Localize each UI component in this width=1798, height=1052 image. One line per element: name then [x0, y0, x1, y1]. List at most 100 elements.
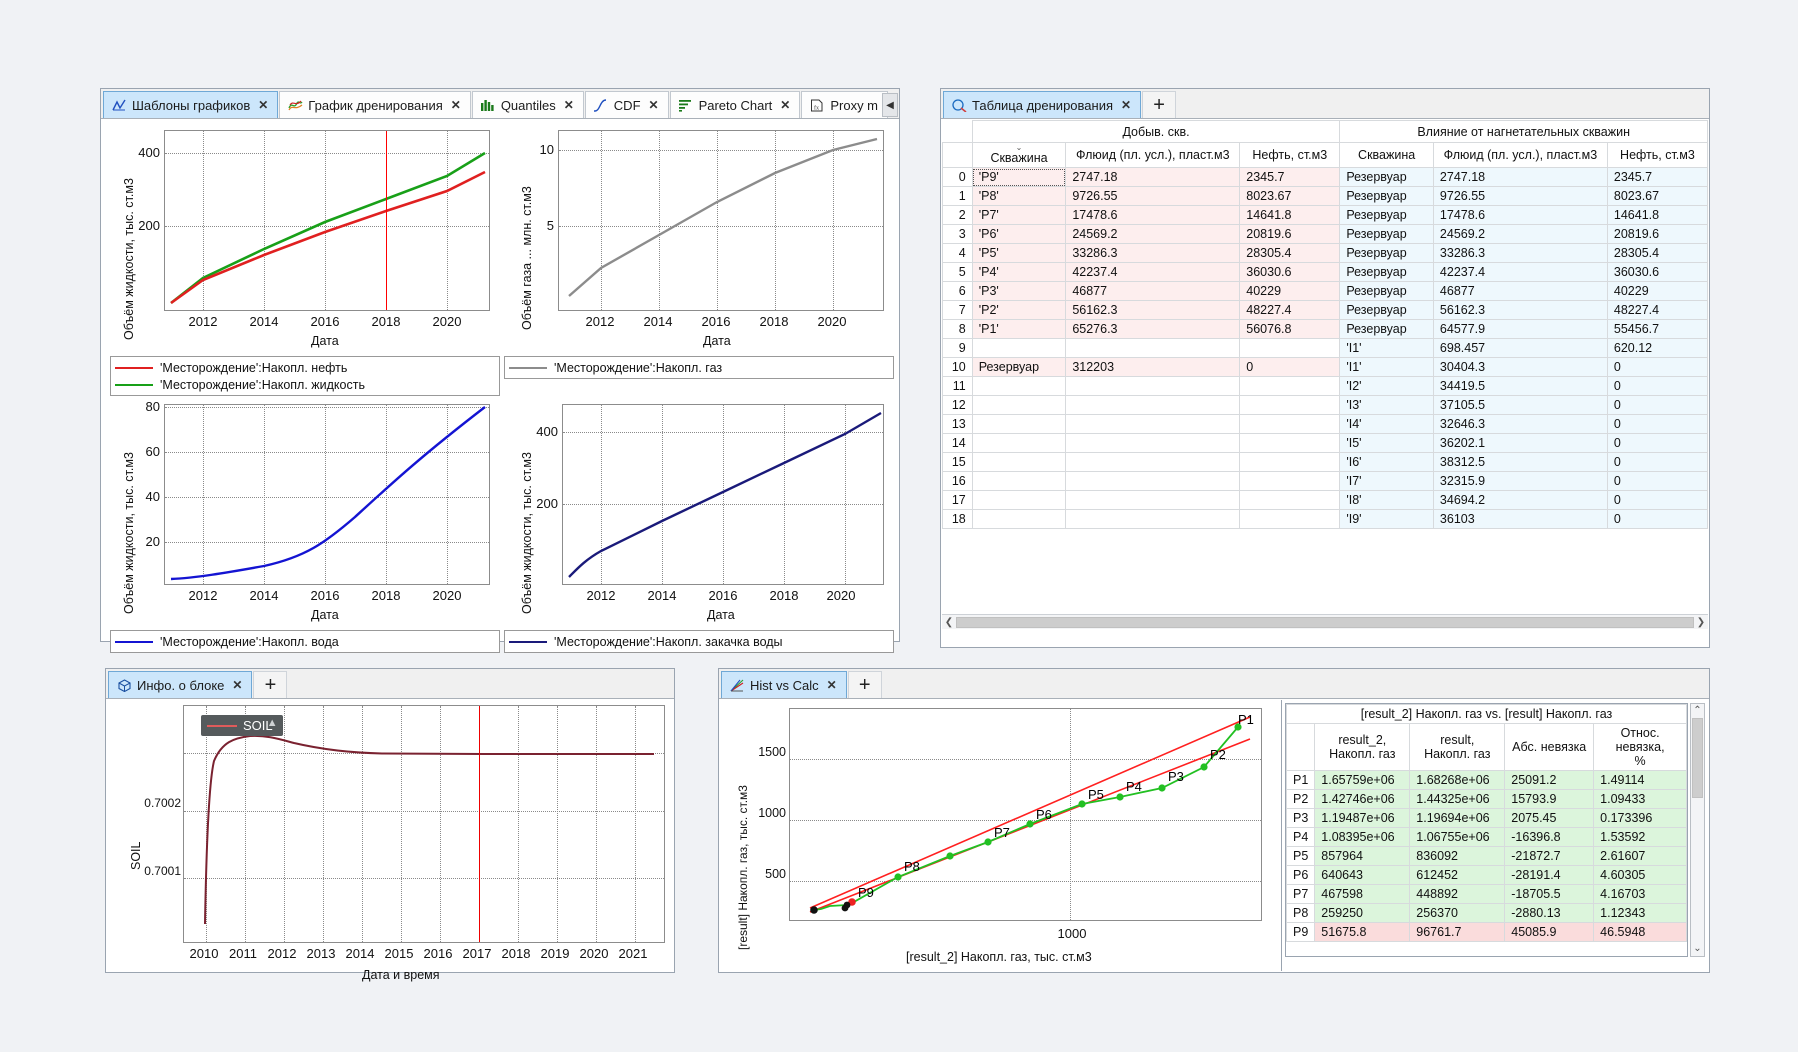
cell-injection[interactable]: 'I5'	[1339, 433, 1434, 453]
comparison-column-header-2[interactable]: result, Накопл. газ	[1409, 723, 1506, 771]
cell-injection[interactable]: Резервуар	[1339, 319, 1434, 339]
cell-production[interactable]	[1065, 376, 1241, 396]
scroll-down-icon[interactable]: ⌄	[1693, 942, 1701, 956]
comparison-cell-abs[interactable]: -2880.13	[1504, 903, 1595, 923]
cell-injection[interactable]: 'I3'	[1339, 395, 1434, 415]
table-row[interactable]: 8 'P1' 65276.3 56076.8 Резервуар 64577.9 55456…	[942, 319, 1708, 339]
cell-production[interactable]	[1065, 471, 1241, 491]
cell-injection[interactable]: Резервуар	[1339, 224, 1434, 244]
cell-injection[interactable]: 'I1'	[1339, 338, 1434, 358]
cell-production[interactable]: 'P4'	[971, 262, 1067, 282]
cell-production[interactable]: 56162.3	[1065, 300, 1241, 320]
cell-injection[interactable]: 0	[1606, 395, 1708, 415]
cell-production[interactable]: 20819.6	[1239, 224, 1341, 244]
comparison-cell-result[interactable]: 96761.7	[1409, 922, 1506, 942]
cell-production[interactable]: 8023.67	[1239, 186, 1341, 206]
cell-injection[interactable]: 'I8'	[1339, 490, 1434, 510]
cell-production[interactable]	[1239, 509, 1341, 529]
tab-график-дренирования[interactable]: График дренирования ✕	[279, 91, 471, 118]
table-row[interactable]: 17 'I8' 34694.2 0	[942, 490, 1708, 510]
column-header-3[interactable]: Нефть, ст.м3	[1239, 142, 1341, 168]
cell-production[interactable]	[1239, 376, 1341, 396]
scroll-right-icon[interactable]: ❯	[1694, 617, 1708, 628]
cell-production[interactable]: 40229	[1239, 281, 1341, 301]
cell-injection[interactable]: 'I9'	[1339, 509, 1434, 529]
comparison-cell-rel[interactable]: 46.5948	[1593, 922, 1687, 942]
cell-production[interactable]: 2747.18	[1065, 167, 1241, 187]
cell-injection[interactable]: 38312.5	[1432, 452, 1608, 472]
comparison-cell-rel[interactable]: 1.49114	[1593, 770, 1687, 790]
add-tab-button[interactable]: +	[847, 671, 882, 698]
cell-injection[interactable]: 55456.7	[1606, 319, 1708, 339]
cell-injection[interactable]: Резервуар	[1339, 300, 1434, 320]
cell-production[interactable]	[971, 490, 1067, 510]
comparison-table-viewport[interactable]: [result_2] Накопл. газ vs. [result] Нако…	[1285, 703, 1688, 957]
cell-injection[interactable]: 698.457	[1432, 338, 1608, 358]
chart-gas-plot[interactable]	[558, 130, 884, 311]
cell-production[interactable]	[1065, 490, 1241, 510]
cell-injection[interactable]: 64577.9	[1432, 319, 1608, 339]
table-row[interactable]: 2 'P7' 17478.6 14641.8 Резервуар 17478.6 14641…	[942, 205, 1708, 225]
table-row[interactable]: 6 'P3' 46877 40229 Резервуар 46877 40229	[942, 281, 1708, 301]
cell-production[interactable]: 'P8'	[971, 186, 1067, 206]
comparison-cell-result[interactable]: 448892	[1409, 884, 1506, 904]
column-header-5[interactable]: Флюид (пл. усл.), пласт.м3	[1432, 142, 1608, 168]
column-header-6[interactable]: Нефть, ст.м3	[1606, 142, 1708, 168]
comparison-cell-result[interactable]: 1.68268e+06	[1409, 770, 1506, 790]
table-row[interactable]: 13 'I4' 32646.3 0	[942, 414, 1708, 434]
comparison-cell-result_2[interactable]: 467598	[1314, 884, 1411, 904]
cell-injection[interactable]: 2747.18	[1432, 167, 1608, 187]
comparison-cell-rel[interactable]: 4.60305	[1593, 865, 1687, 885]
cell-production[interactable]: 'P5'	[971, 243, 1067, 263]
cell-injection[interactable]: 17478.6	[1432, 205, 1608, 225]
charts-tabstrip[interactable]: Шаблоны графиков ✕ График дренирования ✕ Qua…	[101, 89, 899, 119]
cell-production[interactable]	[971, 414, 1067, 434]
scroll-up-icon[interactable]: ⌃	[1693, 704, 1701, 718]
cell-production[interactable]	[1239, 433, 1341, 453]
tab-hist-vs-calc[interactable]: Hist vs Calc ✕	[721, 671, 847, 698]
cell-production[interactable]	[971, 433, 1067, 453]
cell-injection[interactable]: 48227.4	[1606, 300, 1708, 320]
close-icon[interactable]: ✕	[232, 678, 242, 692]
cell-injection[interactable]: 42237.4	[1432, 262, 1608, 282]
comparison-cell-result_2[interactable]: 1.42746e+06	[1314, 789, 1411, 809]
drainage-tabstrip[interactable]: Таблица дренирования ✕ +	[941, 89, 1709, 119]
row-index-header[interactable]	[942, 142, 973, 168]
table-row[interactable]: 4 'P5' 33286.3 28305.4 Резервуар 33286.3 28305…	[942, 243, 1708, 263]
tab-quantiles[interactable]: Quantiles ✕	[471, 91, 584, 118]
close-icon[interactable]: ✕	[780, 98, 790, 112]
comparison-cell-result_2[interactable]: 857964	[1314, 846, 1411, 866]
cell-injection[interactable]: 36030.6	[1606, 262, 1708, 282]
row-index[interactable]: 14	[942, 433, 973, 453]
cell-injection[interactable]: Резервуар	[1339, 205, 1434, 225]
cell-injection[interactable]: 46877	[1432, 281, 1608, 301]
chart-water-injection-plot[interactable]	[562, 404, 884, 585]
cell-injection[interactable]: 36103	[1432, 509, 1608, 529]
cell-injection[interactable]: 32315.9	[1432, 471, 1608, 491]
cell-production[interactable]	[971, 338, 1067, 358]
close-icon[interactable]: ✕	[1121, 98, 1131, 112]
comparison-row-id[interactable]: P6	[1286, 865, 1316, 885]
cell-injection[interactable]: 0	[1606, 376, 1708, 396]
comparison-cell-result_2[interactable]: 51675.8	[1314, 922, 1411, 942]
scroll-thumb[interactable]	[956, 616, 1694, 628]
cell-injection[interactable]: 33286.3	[1432, 243, 1608, 263]
cell-injection[interactable]: 'I7'	[1339, 471, 1434, 491]
row-index[interactable]: 12	[942, 395, 973, 415]
comparison-cell-abs[interactable]: 45085.9	[1504, 922, 1595, 942]
close-icon[interactable]: ✕	[564, 98, 574, 112]
table-row[interactable]: 15 'I6' 38312.5 0	[942, 452, 1708, 472]
tab-таблица-дренирования[interactable]: Таблица дренирования ✕	[943, 91, 1142, 118]
comparison-cell-result[interactable]: 1.06755e+06	[1409, 827, 1506, 847]
row-index[interactable]: 2	[942, 205, 973, 225]
tab-pareto-chart[interactable]: Pareto Chart ✕	[669, 91, 801, 118]
cell-injection[interactable]: Резервуар	[1339, 186, 1434, 206]
row-index[interactable]: 10	[942, 357, 973, 377]
cell-production[interactable]: 9726.55	[1065, 186, 1241, 206]
comparison-cell-result[interactable]: 612452	[1409, 865, 1506, 885]
scroll-thumb[interactable]	[1692, 718, 1703, 798]
table-row[interactable]: P1 1.65759e+06 1.68268e+06 25091.2 1.49114	[1286, 770, 1687, 790]
cell-production[interactable]	[1239, 414, 1341, 434]
cell-production[interactable]	[1239, 338, 1341, 358]
cell-injection[interactable]: 620.12	[1606, 338, 1708, 358]
